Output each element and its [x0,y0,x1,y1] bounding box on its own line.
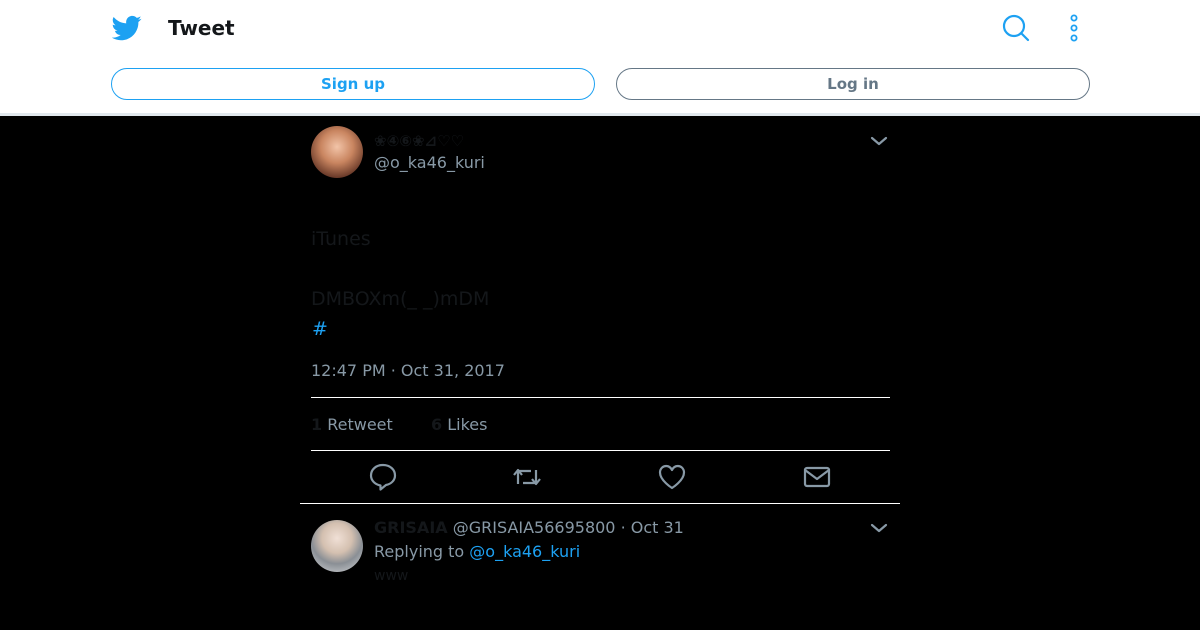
hashtag-link[interactable]: # [312,318,328,340]
replying-to-label: Replying to [374,542,465,561]
log-in-button[interactable]: Log in [616,68,1090,100]
replying-to: Replying to @o_ka46_kuri [374,542,580,561]
search-icon[interactable] [1002,14,1030,42]
message-icon[interactable] [802,462,832,492]
user-handle[interactable]: @o_ka46_kuri [374,153,485,172]
retweet-icon[interactable] [512,462,542,492]
retweet-count[interactable]: 1 [311,415,322,434]
avatar[interactable] [311,126,363,178]
like-icon[interactable] [657,462,687,492]
divider [311,450,890,451]
tweet-stats: 1 Retweet 6 Likes [311,415,487,434]
reply-display-name[interactable]: GRISAIA [374,518,448,537]
tweet-text-line: DMBOXm(_ _)mDM [311,288,490,310]
avatar[interactable] [311,520,363,572]
reply-icon[interactable] [368,462,398,492]
divider [300,503,900,504]
tweet-text-line: iTunes [311,228,371,250]
more-options-icon[interactable] [1066,14,1082,42]
sign-up-button[interactable]: Sign up [111,68,595,100]
tweet-detail: ❀④⑥❀⊿♡♡ @o_ka46_kuri iTunes DMBOXm(_ _)m… [300,116,900,630]
reply-text: www [374,568,409,584]
twitter-bird-icon[interactable] [112,13,142,43]
chevron-down-icon[interactable] [870,135,888,147]
reply-header: GRISAIA @GRISAIA56695800 · Oct 31 [374,518,684,537]
display-name[interactable]: ❀④⑥❀⊿♡♡ [374,132,464,150]
page-title: Tweet [168,16,235,40]
reply-handle-date[interactable]: @GRISAIA56695800 · Oct 31 [453,518,684,537]
top-bar: Tweet Sign up Log in [0,0,1200,116]
chevron-down-icon[interactable] [870,522,888,534]
retweet-label[interactable]: Retweet [327,415,393,434]
tweet-timestamp[interactable]: 12:47 PM · Oct 31, 2017 [311,361,505,380]
divider [311,397,890,398]
like-label[interactable]: Likes [447,415,487,434]
replying-to-link[interactable]: @o_ka46_kuri [469,542,580,561]
like-count[interactable]: 6 [431,415,442,434]
